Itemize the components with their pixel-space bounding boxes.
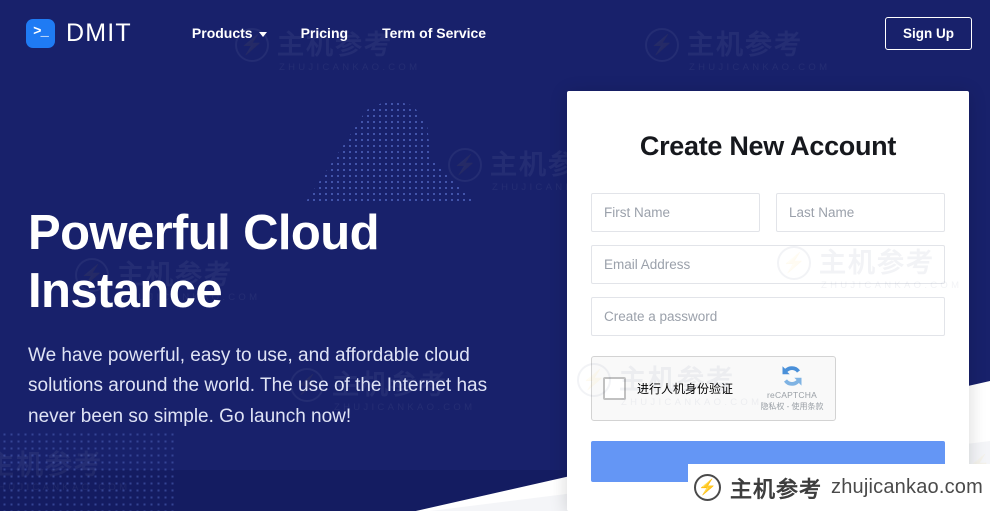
recaptcha-brand-text: reCAPTCHA xyxy=(767,390,817,400)
chevron-down-icon xyxy=(258,31,267,37)
recaptcha-terms-text[interactable]: 隐私权 - 使用条款 xyxy=(757,401,827,412)
sign-up-button[interactable]: Sign Up xyxy=(885,16,972,50)
hero-section: Powerful Cloud Instance We have powerful… xyxy=(28,205,498,433)
watermark-en-text: zhujicankao.com xyxy=(831,476,983,498)
main-navigation: Products Pricing Term of Service xyxy=(192,25,486,41)
first-name-input[interactable] xyxy=(591,193,760,232)
watermark-logo-icon: ⚡ xyxy=(694,474,721,501)
nav-item-pricing[interactable]: Pricing xyxy=(301,25,348,41)
hero-title: Powerful Cloud Instance xyxy=(28,205,498,321)
watermark-overlay-bar: ⚡ 主机参考 zhujicankao.com xyxy=(688,464,990,511)
nav-item-products[interactable]: Products xyxy=(192,25,267,41)
password-input[interactable] xyxy=(591,297,945,336)
brand-logo[interactable]: >_ DMIT xyxy=(26,18,132,48)
email-input[interactable] xyxy=(591,245,945,284)
watermark-cn-text: 主机参考 xyxy=(730,476,823,502)
nav-label-term-of-service: Term of Service xyxy=(382,25,487,41)
last-name-input[interactable] xyxy=(776,193,945,232)
name-row xyxy=(591,193,945,232)
hero-subtitle: We have powerful, easy to use, and affor… xyxy=(28,344,488,428)
recaptcha-checkbox[interactable] xyxy=(603,377,626,400)
password-row xyxy=(591,297,945,336)
nav-label-products: Products xyxy=(191,25,253,41)
hero-title-line-1: Powerful Cloud xyxy=(28,206,380,260)
card-title: Create New Account xyxy=(639,131,897,161)
site-header: >_ DMIT Products Pricing Term of Service… xyxy=(0,0,990,66)
nav-item-term-of-service[interactable]: Term of Service xyxy=(382,25,486,41)
recaptcha-widget[interactable]: 进行人机身份验证 reCAPTCHA 隐私权 - 使用条款 xyxy=(591,356,836,421)
hero-title-line-2: Instance xyxy=(28,263,223,318)
terminal-prompt-icon: >_ xyxy=(26,18,55,48)
email-row xyxy=(591,245,945,284)
recaptcha-branding: reCAPTCHA 隐私权 - 使用条款 xyxy=(757,363,827,412)
create-account-card: Create New Account 进行人机身份验证 reCAPTCHA xyxy=(567,91,969,511)
dot-grid-decoration xyxy=(0,431,174,511)
recaptcha-logo-icon xyxy=(779,363,805,389)
nav-label-pricing: Pricing xyxy=(300,25,349,41)
brand-name: DMIT xyxy=(66,18,132,47)
page-root: ⚡ 主机参考 ZHUJICANKAO.COM ⚡ 主机参考 ZHUJICANKA… xyxy=(0,0,990,511)
recaptcha-label: 进行人机身份验证 xyxy=(637,382,734,396)
